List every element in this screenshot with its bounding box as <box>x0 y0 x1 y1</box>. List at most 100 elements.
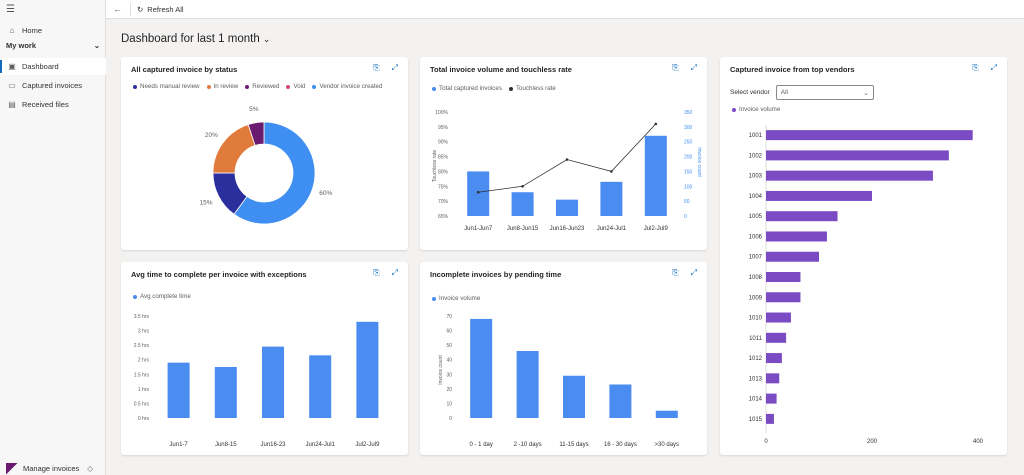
chevron-down-icon: ⌄ <box>863 89 869 97</box>
y-tick-label: 40 <box>446 358 452 364</box>
bar <box>600 181 623 216</box>
y-tick-label: 1004 <box>749 194 763 200</box>
bar <box>309 355 332 418</box>
y2-axis-title: Invoice count <box>696 147 702 177</box>
bar <box>766 353 782 364</box>
y-axis-title: Touchless rate <box>432 150 438 182</box>
x-tick-label: 200 <box>867 439 878 445</box>
x-tick-label: Jun24-Jul1 <box>597 226 627 232</box>
export-icon[interactable]: ⎘ <box>672 63 678 73</box>
bar <box>766 170 933 181</box>
legend-swatch <box>732 107 736 112</box>
bar <box>766 130 973 141</box>
y-tick-label: 30 <box>446 372 452 378</box>
avgtime-card: Avg time to complete per invoice with ex… <box>121 262 408 455</box>
bar <box>766 150 949 161</box>
legend-item[interactable]: Invoice volume <box>732 106 780 113</box>
y-tick-label: 0.5 hrs <box>134 401 150 407</box>
expand-icon[interactable]: ⤢ <box>392 63 398 73</box>
refresh-all-label: Refresh All <box>147 4 184 14</box>
home-icon: ⌂ <box>9 26 15 35</box>
sidebar-item-dashboard[interactable]: ▣ Dashboard <box>0 58 106 75</box>
legend-item[interactable]: In review <box>206 83 238 90</box>
legend-label: Avg complete time <box>140 293 191 300</box>
expand-icon[interactable]: ⤢ <box>691 268 697 278</box>
y-tick-label: 1002 <box>749 153 763 159</box>
x-tick-label: >30 days <box>655 442 680 448</box>
sidebar-item-received-files[interactable]: ▤ Received files <box>0 96 106 113</box>
y-tick-label: 100% <box>435 110 448 116</box>
y-tick-label: 1007 <box>749 255 763 261</box>
x-tick-label: Jul2-Jul9 <box>644 226 669 232</box>
bar <box>470 318 493 418</box>
bar <box>556 199 578 216</box>
hbar-chart: 1001 1002 1003 1004 1005 1006 1007 1008 1009 1010… <box>749 125 984 445</box>
y-tick-label: 1014 <box>749 397 763 403</box>
card-title: Avg time to complete per invoice with ex… <box>131 270 307 279</box>
bar <box>766 312 791 323</box>
y-tick-label: 1.5 hrs <box>134 372 150 378</box>
expand-icon[interactable]: ⤢ <box>392 268 398 278</box>
legend-swatch <box>286 84 291 89</box>
x-tick-label: Jun24-Jul1 <box>306 442 336 448</box>
touchless-point <box>521 184 524 188</box>
y2-tick-label: 100 <box>684 184 693 190</box>
x-tick-label: 0 - 1 day <box>470 442 493 448</box>
x-tick-label: Jul2-Jul9 <box>355 442 380 448</box>
legend-item[interactable]: Void <box>286 83 305 90</box>
bar <box>214 367 237 418</box>
x-tick-label: Jun16-Jun23 <box>550 226 585 232</box>
sidebar-item-home[interactable]: ⌂ Home <box>0 22 106 39</box>
bar <box>167 362 190 418</box>
y-tick-label: 1003 <box>749 174 763 180</box>
export-icon[interactable]: ⎘ <box>672 268 678 278</box>
expand-icon[interactable]: ⤢ <box>991 63 997 73</box>
sidebar-item-label: Captured invoices <box>22 81 83 90</box>
x-tick-label: 16 - 30 days <box>604 442 637 448</box>
y-tick-label: 1012 <box>749 356 763 362</box>
touchless-point <box>654 122 658 126</box>
legend-label: Invoice volume <box>739 106 781 113</box>
legend-item[interactable]: Avg complete time <box>133 293 191 300</box>
sidebar-section-my-work[interactable]: My work ⌄ <box>6 41 100 50</box>
legend-item[interactable]: Needs manual review <box>133 83 200 90</box>
y-tick-label: 1009 <box>749 295 763 301</box>
sidebar-item-captured-invoices[interactable]: ▭ Captured invoices <box>0 77 106 94</box>
back-arrow-icon[interactable]: ← <box>113 4 122 14</box>
y2-tick-label: 0 <box>684 214 687 220</box>
y2-tick-label: 250 <box>684 140 693 146</box>
export-icon[interactable]: ⎘ <box>373 268 379 278</box>
y-tick-label: 10 <box>446 401 452 407</box>
bar <box>766 292 801 303</box>
legend-item[interactable]: Reviewed <box>245 83 279 90</box>
bar <box>766 211 838 222</box>
card-title: All captured invoice by status <box>131 65 238 74</box>
hamburger-menu-icon[interactable]: ☰ <box>6 4 15 15</box>
page-title[interactable]: Dashboard for last 1 month ⌄ <box>121 33 270 45</box>
export-icon[interactable]: ⎘ <box>972 63 978 73</box>
bar <box>563 375 585 418</box>
y-tick-label: 50 <box>446 343 452 349</box>
vendors-card: Captured invoice from top vendors ⎘ ⤢ Se… <box>720 57 1007 455</box>
bar <box>609 384 632 418</box>
x-tick-label: Jun8-15 <box>215 442 237 448</box>
legend-item[interactable]: Vendor invoice created <box>312 83 382 90</box>
bar <box>262 346 284 418</box>
command-bar: ← ↻ Refresh All <box>106 0 1024 19</box>
bar <box>766 231 827 242</box>
export-icon[interactable]: ⎘ <box>373 63 379 73</box>
y-tick-label: 1013 <box>749 376 763 382</box>
refresh-all-button[interactable]: ↻ Refresh All <box>137 5 184 14</box>
legend-label: Reviewed <box>252 83 280 90</box>
y-tick-label: 0 <box>449 416 452 422</box>
card-title: Incomplete invoices by pending time <box>430 270 562 279</box>
vendor-dropdown[interactable]: All ⌄ <box>775 85 874 100</box>
expand-icon[interactable]: ⤢ <box>691 63 697 73</box>
bar <box>766 190 872 201</box>
legend-swatch <box>133 84 137 89</box>
slice-label: 20% <box>205 132 218 139</box>
chevron-up-icon: ⌄ <box>93 41 100 50</box>
manage-invoices-switcher[interactable]: Manage invoices ◇ <box>0 462 106 475</box>
y-tick-label: 0 hrs <box>138 416 150 422</box>
y-tick-label: 90% <box>438 140 449 146</box>
